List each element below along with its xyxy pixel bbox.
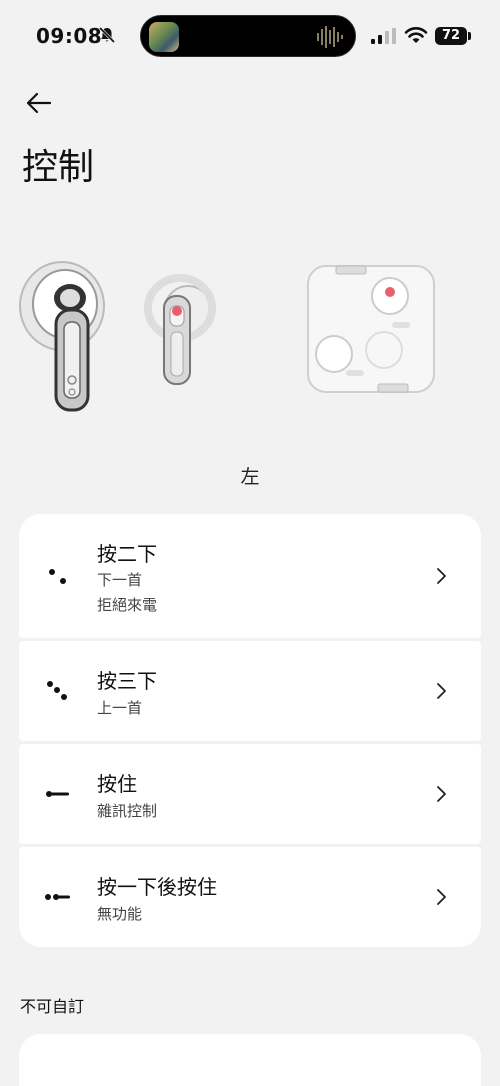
battery-nub <box>468 32 471 40</box>
back-button[interactable] <box>22 86 56 120</box>
control-action: 雜訊控制 <box>97 802 158 820</box>
control-item-triple-tap[interactable]: 按三下 上一首 <box>19 641 481 741</box>
chevron-right-icon <box>437 683 446 699</box>
tap-and-hold-icon <box>45 894 70 900</box>
control-action: 無功能 <box>97 905 143 923</box>
control-action: 上一首 <box>97 699 143 717</box>
control-item-tap-and-hold[interactable]: 按一下後按住 無功能 <box>19 847 481 947</box>
chevron-right-icon <box>437 889 446 905</box>
chevron-right-icon <box>437 786 446 802</box>
triple-tap-dots-icon <box>47 681 67 700</box>
audio-waveform-icon <box>317 26 343 48</box>
dynamic-island[interactable] <box>140 15 356 57</box>
control-item-double-tap[interactable]: 按二下 下一首 拒絕來電 <box>19 514 481 638</box>
control-title: 按二下 <box>97 542 157 566</box>
control-item-press-hold[interactable]: 按住 雜訊控制 <box>19 744 481 844</box>
control-title: 按住 <box>97 772 137 796</box>
press-hold-line-icon <box>46 791 69 797</box>
bell-muted-icon <box>98 26 116 44</box>
control-title: 按一下後按住 <box>97 875 217 899</box>
battery-indicator: 72 <box>435 27 467 45</box>
earbud-side-label: 左 <box>240 466 260 488</box>
page-title: 控制 <box>22 147 95 188</box>
earbuds-hero-image <box>19 261 435 412</box>
chevron-right-icon <box>437 568 446 584</box>
now-playing-artwork <box>149 22 179 52</box>
control-action: 拒絕來電 <box>97 596 158 614</box>
right-earbud-small-illustration <box>144 274 216 385</box>
control-action: 下一首 <box>97 571 143 589</box>
charging-case-illustration <box>307 265 435 393</box>
wifi-icon <box>404 27 428 43</box>
controls-list: 按二下 下一首 拒絕來電 按三下 上一首 按住 雜訊控制 按一下後按住 無功能 <box>19 514 481 950</box>
cellular-signal-icon <box>371 28 396 44</box>
status-time: 09:08 <box>36 24 103 48</box>
section-header-not-customizable: 不可自訂 <box>20 997 85 1016</box>
double-tap-dots-icon <box>49 569 66 584</box>
status-bar: 09:08 72 <box>0 0 500 72</box>
control-title: 按三下 <box>97 669 157 693</box>
left-earbud-large-illustration <box>19 261 105 412</box>
non-customizable-list-card <box>19 1034 481 1086</box>
back-arrow-icon <box>26 92 52 114</box>
